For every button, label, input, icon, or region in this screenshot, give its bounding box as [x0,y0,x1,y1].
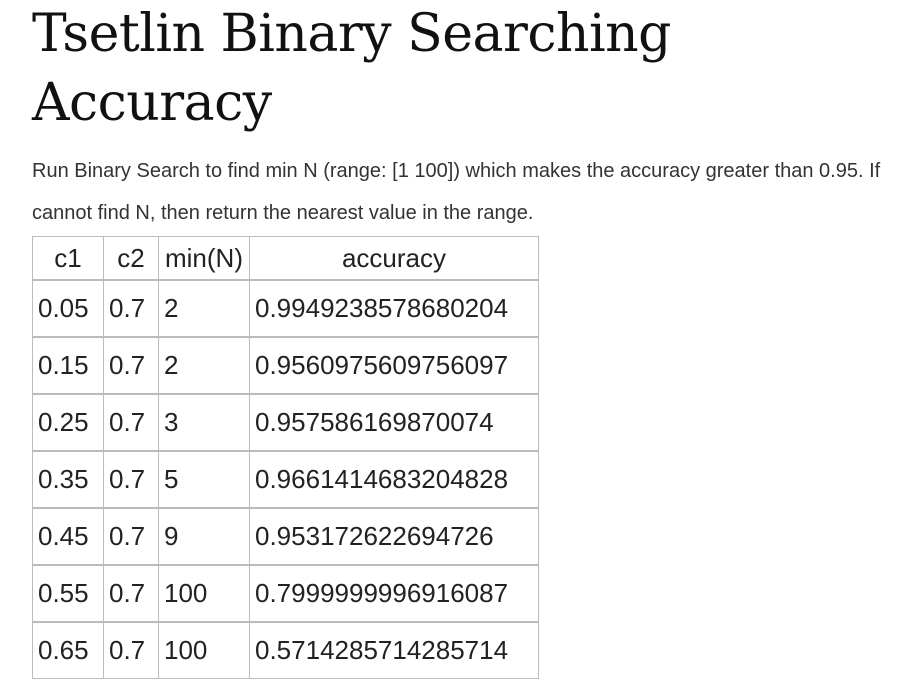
table-row: 0.35 0.7 5 0.9661414683204828 [32,450,539,509]
cell-c2: 0.7 [103,507,159,566]
cell-c2: 0.7 [103,279,159,338]
cell-c2: 0.7 [103,450,159,509]
table-row: 0.05 0.7 2 0.9949238578680204 [32,279,539,338]
table-row: 0.25 0.7 3 0.957586169870074 [32,393,539,452]
cell-accuracy: 0.953172622694726 [249,507,539,566]
cell-accuracy: 0.5714285714285714 [249,621,539,679]
column-header-c1: c1 [32,236,104,281]
table-row: 0.45 0.7 9 0.953172622694726 [32,507,539,566]
accuracy-table: c1 c2 min(N) accuracy 0.05 0.7 2 0.99492… [32,236,539,679]
cell-accuracy: 0.9560975609756097 [249,336,539,395]
table-header-row: c1 c2 min(N) accuracy [32,236,539,281]
cell-c2: 0.7 [103,564,159,623]
table-row: 0.55 0.7 100 0.7999999996916087 [32,564,539,623]
cell-c2: 0.7 [103,393,159,452]
table-row: 0.15 0.7 2 0.9560975609756097 [32,336,539,395]
cell-c1: 0.15 [32,336,104,395]
cell-accuracy: 0.9661414683204828 [249,450,539,509]
cell-c1: 0.65 [32,621,104,679]
column-header-min-n: min(N) [158,236,250,281]
column-header-c2: c2 [103,236,159,281]
page-description: Run Binary Search to find min N (range: … [32,160,881,224]
cell-accuracy: 0.7999999996916087 [249,564,539,623]
cell-c2: 0.7 [103,336,159,395]
cell-min-n: 2 [158,279,250,338]
cell-min-n: 3 [158,393,250,452]
cell-accuracy: 0.9949238578680204 [249,279,539,338]
cell-c1: 0.25 [32,393,104,452]
cell-min-n: 100 [158,621,250,679]
cell-min-n: 9 [158,507,250,566]
cell-c1: 0.55 [32,564,104,623]
cell-accuracy: 0.957586169870074 [249,393,539,452]
table-row: 0.65 0.7 100 0.5714285714285714 [32,621,539,679]
column-header-accuracy: accuracy [249,236,539,281]
cell-c2: 0.7 [103,621,159,679]
page-title: Tsetlin Binary Searching Accuracy [32,4,671,133]
cell-c1: 0.05 [32,279,104,338]
cell-min-n: 2 [158,336,250,395]
cell-c1: 0.35 [32,450,104,509]
cell-c1: 0.45 [32,507,104,566]
page-content: Tsetlin Binary Searching Accuracy Run Bi… [32,0,882,679]
cell-min-n: 5 [158,450,250,509]
cell-min-n: 100 [158,564,250,623]
